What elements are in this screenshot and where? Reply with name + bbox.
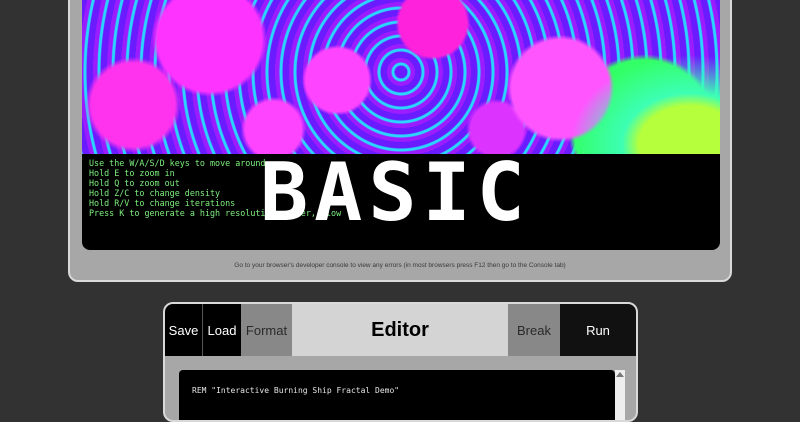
console-line: Hold R/V to change iterations	[89, 198, 236, 208]
run-button[interactable]: Run	[560, 304, 636, 356]
code-scrollbar[interactable]	[615, 370, 625, 420]
save-button[interactable]: Save	[165, 304, 203, 356]
code-line: REM "Interactive Burning Ship Fractal De…	[192, 386, 400, 395]
editor-panel: Save Load Format Editor Break Run REM "I…	[163, 302, 638, 422]
scroll-up-icon[interactable]	[616, 372, 624, 377]
fractal-glow	[570, 54, 720, 154]
break-button[interactable]: Break	[508, 304, 560, 356]
fractal-canvas[interactable]	[82, 0, 720, 154]
load-button[interactable]: Load	[203, 304, 241, 356]
basic-title: BASIC	[260, 146, 531, 239]
console-line: Hold E to zoom in	[89, 168, 175, 178]
output-screen: Use the W/A/S/D keys to move around Hold…	[82, 0, 720, 250]
editor-title: Editor	[292, 304, 508, 356]
console-line: Use the W/A/S/D keys to move around	[89, 158, 266, 168]
editor-toolbar: Save Load Format Editor Break Run	[165, 304, 636, 356]
console-line: Hold Q to zoom out	[89, 178, 180, 188]
format-button[interactable]: Format	[241, 304, 292, 356]
output-window: Use the W/A/S/D keys to move around Hold…	[68, 0, 732, 282]
console-output: Use the W/A/S/D keys to move around Hold…	[82, 148, 720, 250]
code-editor[interactable]: REM "Interactive Burning Ship Fractal De…	[179, 370, 615, 420]
console-line: Hold Z/C to change density	[89, 188, 221, 198]
help-text: Go to your browser's developer console t…	[234, 262, 566, 269]
